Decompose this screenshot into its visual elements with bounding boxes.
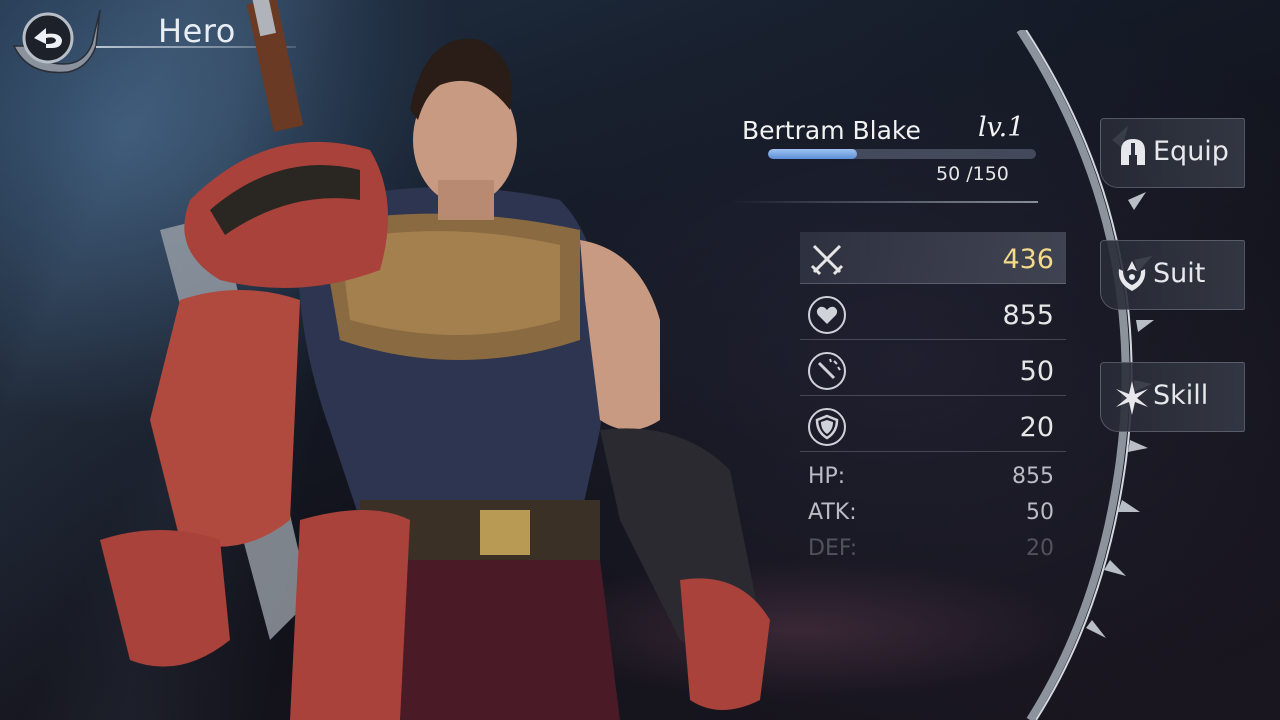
tasset-left [290, 510, 410, 720]
hero-name: Bertram Blake [742, 116, 921, 145]
sword-hilt [246, 0, 304, 132]
detail-label-def: DEF: [808, 536, 858, 561]
crossed-swords-icon [810, 244, 844, 276]
xp-text: 50 /150 [936, 163, 1009, 185]
shield-icon [808, 408, 846, 446]
tab-suit-label: Suit [1153, 258, 1206, 289]
hero-figure [100, 0, 770, 720]
gauntlet-right [680, 578, 770, 710]
tab-equip[interactable]: Equip [1100, 118, 1245, 188]
detail-label-atk: ATK: [808, 500, 857, 525]
tab-skill-label: Skill [1153, 380, 1209, 411]
suit-emblem-icon [1118, 261, 1146, 291]
divider-line [728, 201, 1038, 203]
arm-left [150, 290, 300, 547]
spark-icon [1116, 381, 1148, 415]
sword-impact-icon [808, 352, 846, 390]
tab-skill[interactable]: Skill [1100, 362, 1245, 432]
gauntlet-left [100, 530, 230, 667]
xp-progress-bar [768, 149, 1036, 159]
tab-suit[interactable]: Suit [1100, 240, 1245, 310]
xp-progress-fill [768, 149, 858, 159]
heart-icon [808, 296, 846, 334]
detail-label-hp: HP: [808, 464, 846, 489]
tab-equip-label: Equip [1153, 136, 1229, 167]
helmet-icon [1121, 139, 1145, 165]
